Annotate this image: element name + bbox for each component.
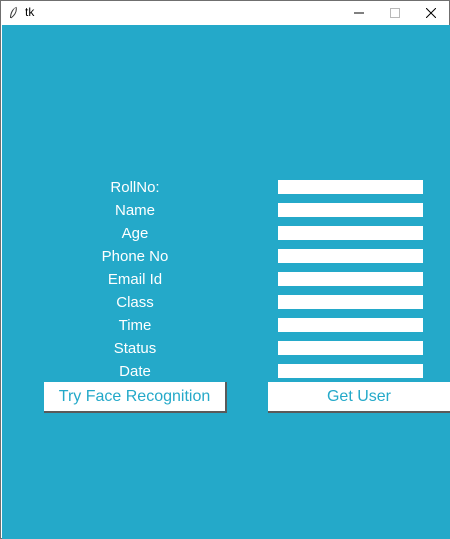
feather-icon xyxy=(8,6,18,20)
main-panel: RollNo: Name Age Phone No Email Id Class… xyxy=(2,25,450,539)
app-window: tk RollNo: Name Age Phone No Email Id Cl… xyxy=(0,0,450,539)
maximize-button[interactable] xyxy=(377,1,413,25)
date-label: Date xyxy=(119,363,151,380)
face-recognition-button[interactable]: Try Face Recognition xyxy=(44,382,227,413)
window-title: tk xyxy=(25,5,35,19)
minimize-icon xyxy=(354,12,364,14)
class-field[interactable] xyxy=(278,295,423,309)
phone-field[interactable] xyxy=(278,249,423,263)
name-field[interactable] xyxy=(278,203,423,217)
email-label: Email Id xyxy=(107,271,163,288)
rollno-label: RollNo: xyxy=(110,179,160,196)
status-label: Status xyxy=(113,340,157,357)
phone-label: Phone No xyxy=(101,248,169,265)
maximize-icon xyxy=(390,8,400,18)
date-field[interactable] xyxy=(278,364,423,378)
time-label: Time xyxy=(118,317,152,334)
name-label: Name xyxy=(114,202,155,219)
class-label: Class xyxy=(116,294,154,311)
time-field[interactable] xyxy=(278,318,423,332)
minimize-button[interactable] xyxy=(341,1,377,25)
close-button[interactable] xyxy=(413,1,449,25)
age-label: Age xyxy=(121,225,149,242)
age-field[interactable] xyxy=(278,226,423,240)
title-bar[interactable]: tk xyxy=(1,1,449,25)
status-field[interactable] xyxy=(278,341,423,355)
email-field[interactable] xyxy=(278,272,423,286)
get-user-button[interactable]: Get User xyxy=(268,382,450,413)
rollno-field[interactable] xyxy=(278,180,423,194)
close-icon xyxy=(426,8,436,18)
